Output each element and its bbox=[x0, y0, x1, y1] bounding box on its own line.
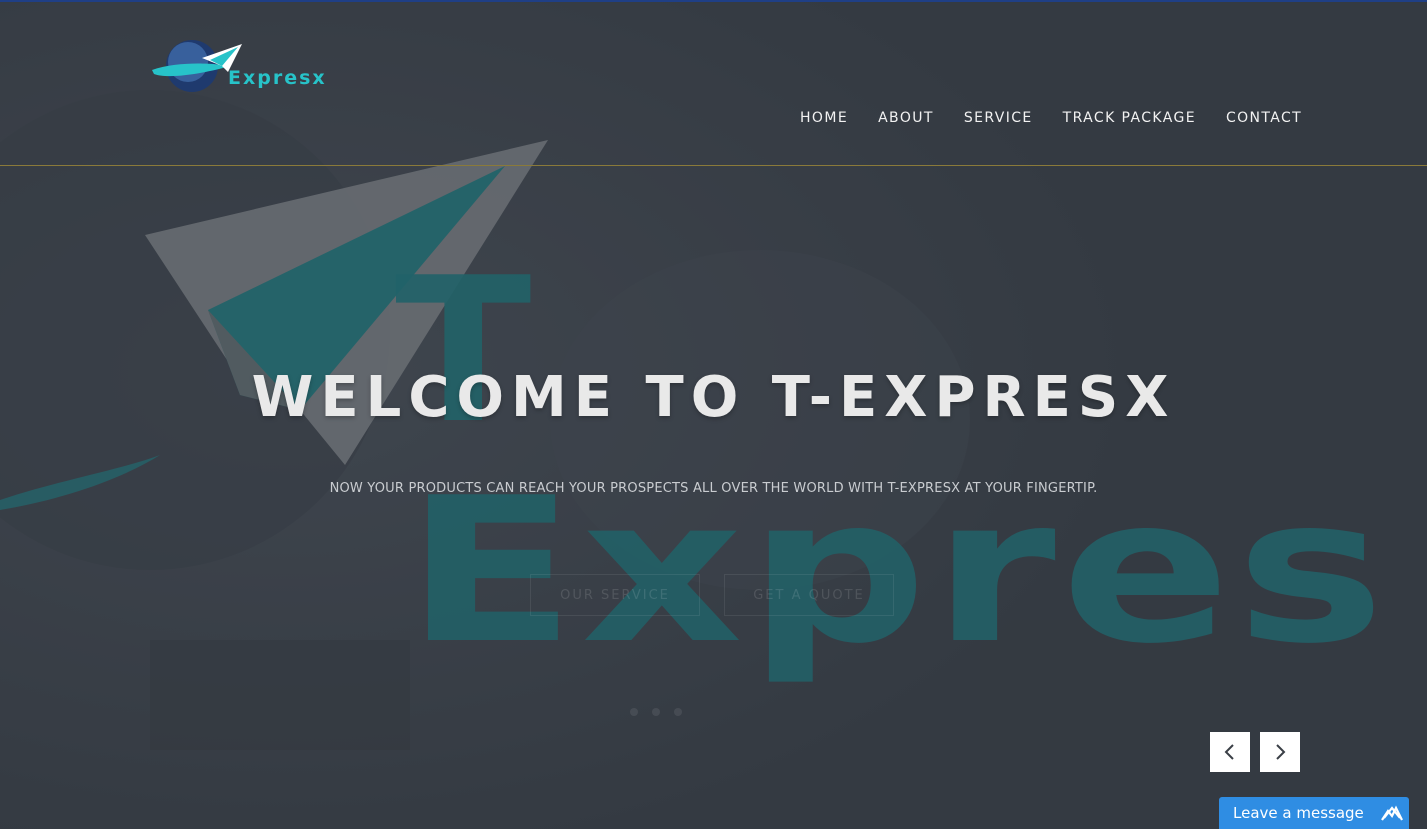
get-a-quote-button[interactable]: GET A QUOTE bbox=[724, 574, 894, 616]
nav-service[interactable]: SERVICE bbox=[964, 106, 1033, 130]
chat-label: Leave a message bbox=[1233, 804, 1364, 822]
nav-track-package[interactable]: TRACK PACKAGE bbox=[1063, 106, 1196, 130]
slider-prev-button[interactable] bbox=[1210, 732, 1250, 772]
nav-home[interactable]: HOME bbox=[800, 106, 848, 130]
main-nav: HOME ABOUT SERVICE TRACK PACKAGE CONTACT bbox=[800, 106, 1302, 130]
chat-widget[interactable]: Leave a message bbox=[1219, 797, 1409, 829]
site-header: Expresx HOME ABOUT SERVICE TRACK PACKAGE… bbox=[0, 2, 1427, 166]
slider-next-button[interactable] bbox=[1260, 732, 1300, 772]
logo[interactable]: Expresx bbox=[150, 36, 340, 100]
hero-title: WELCOME TO T-EXPRESX bbox=[251, 365, 1176, 430]
chevron-right-icon bbox=[1276, 744, 1286, 760]
chevron-left-icon bbox=[1224, 744, 1234, 760]
maximize-icon[interactable] bbox=[1381, 804, 1403, 822]
hero-subtitle: NOW YOUR PRODUCTS CAN REACH YOUR PROSPEC… bbox=[329, 481, 1098, 496]
slider-dots[interactable] bbox=[626, 706, 686, 718]
page: T Expres Expresx HOME ABOUT SERVICE TRAC… bbox=[0, 0, 1427, 829]
logo-text: Expresx bbox=[228, 67, 327, 89]
nav-contact[interactable]: CONTACT bbox=[1226, 106, 1302, 130]
our-service-button[interactable]: OUR SERVICE bbox=[530, 574, 700, 616]
nav-about[interactable]: ABOUT bbox=[878, 106, 934, 130]
